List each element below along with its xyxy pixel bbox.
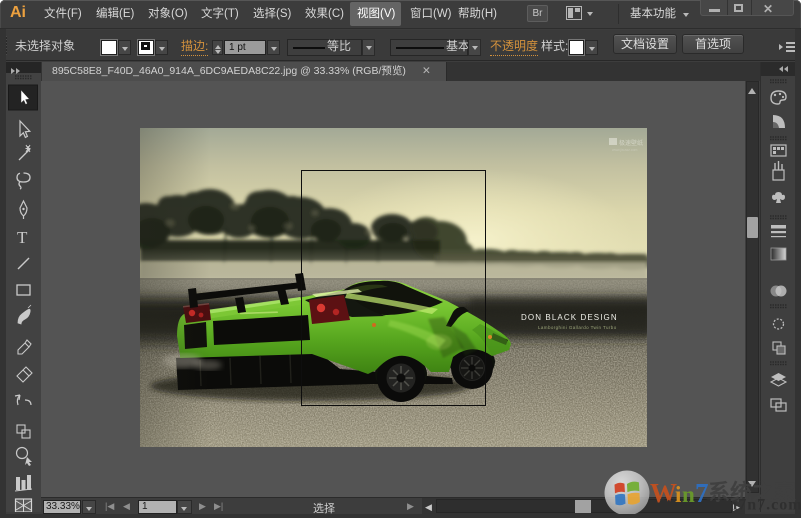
svg-text:Lamborghini Gallardo Twin Turb: Lamborghini Gallardo Twin Turbo	[538, 325, 617, 330]
svg-text:www.jisuwz.com: www.jisuwz.com	[612, 148, 638, 152]
svg-text:T: T	[17, 228, 28, 247]
svg-text:Www.Win7n7.com: Www.Win7n7.com	[660, 497, 801, 514]
svg-text:极速壁纸: 极速壁纸	[619, 139, 643, 147]
svg-text:DON BLACK DESIGN: DON BLACK DESIGN	[521, 313, 618, 322]
